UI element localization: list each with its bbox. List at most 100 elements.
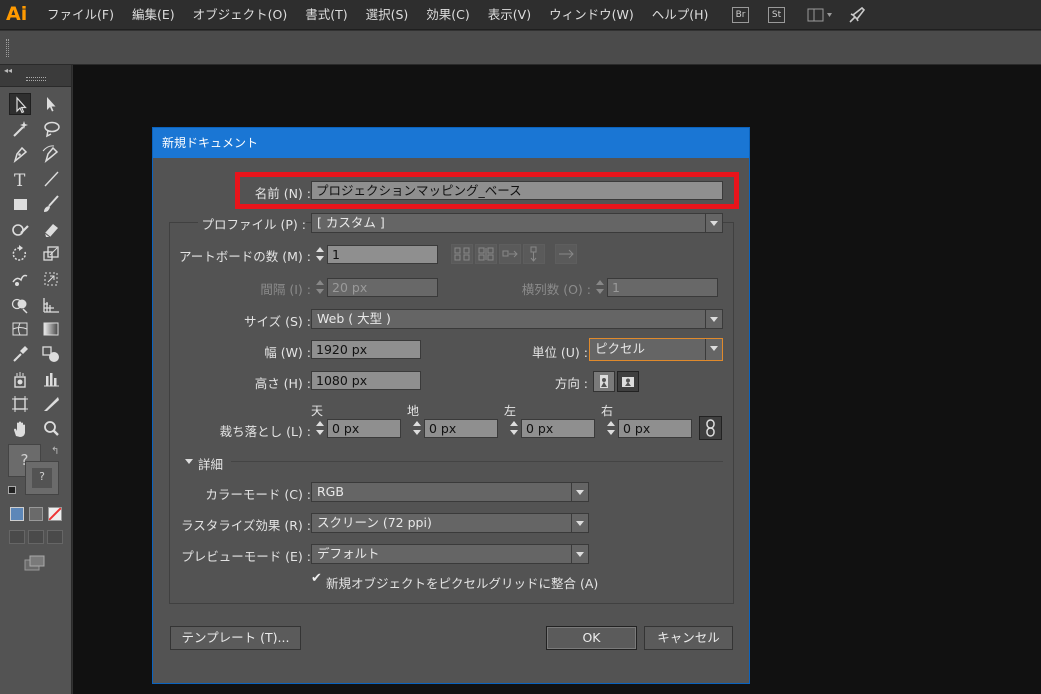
screen-mode-icon[interactable] xyxy=(24,555,46,571)
chevron-down-icon xyxy=(571,545,588,563)
color-mode-icon[interactable] xyxy=(10,507,24,521)
blend-tool-icon[interactable] xyxy=(40,343,62,365)
layout-direction-icon[interactable] xyxy=(555,244,577,264)
stock-icon[interactable]: St xyxy=(768,7,785,23)
perspective-grid-tool-icon[interactable] xyxy=(40,293,62,315)
none-mode-icon[interactable] xyxy=(48,507,62,521)
bleed-right-stepper[interactable] xyxy=(604,419,618,438)
landscape-button[interactable] xyxy=(617,371,639,392)
scale-tool-icon[interactable] xyxy=(40,243,62,265)
menu-edit[interactable]: 編集(E) xyxy=(123,0,184,30)
lasso-tool-icon[interactable] xyxy=(40,118,62,140)
rotate-tool-icon[interactable] xyxy=(9,243,31,265)
rectangle-tool-icon[interactable] xyxy=(9,193,31,215)
columns-input[interactable]: 1 xyxy=(607,278,718,297)
control-bar-grip[interactable] xyxy=(6,39,9,57)
arrange-by-row-icon[interactable] xyxy=(499,244,521,264)
bleed-right-input[interactable]: 0 px xyxy=(618,419,692,438)
artboard-tool-icon[interactable] xyxy=(9,393,31,415)
draw-inside-icon[interactable] xyxy=(47,530,63,544)
portrait-button[interactable] xyxy=(593,371,615,392)
size-select[interactable]: Web ( 大型 ) xyxy=(311,309,723,329)
bleed-left-stepper[interactable] xyxy=(507,419,521,438)
arrange-by-column-icon[interactable] xyxy=(523,244,545,264)
raster-effects-select[interactable]: スクリーン (72 ppi) xyxy=(311,513,589,533)
rocket-icon[interactable] xyxy=(848,6,866,24)
collapse-panel-icon[interactable]: ◂◂ xyxy=(4,66,12,75)
dialog-title: 新規ドキュメント xyxy=(153,128,749,158)
templates-button[interactable]: テンプレート (T)... xyxy=(170,626,301,650)
columns-stepper[interactable] xyxy=(593,278,607,297)
shaper-tool-icon[interactable] xyxy=(9,218,31,240)
gradient-tool-icon[interactable] xyxy=(40,318,62,340)
units-select[interactable]: ピクセル xyxy=(589,338,723,361)
bleed-top-input[interactable]: 0 px xyxy=(327,419,401,438)
free-transform-tool-icon[interactable] xyxy=(40,268,62,290)
artboards-stepper[interactable] xyxy=(313,245,327,264)
preview-mode-select[interactable]: デフォルト xyxy=(311,544,589,564)
eyedropper-tool-icon[interactable] xyxy=(9,343,31,365)
spacing-input[interactable]: 20 px xyxy=(327,278,438,297)
mesh-tool-icon[interactable] xyxy=(9,318,31,340)
height-input[interactable]: 1080 px xyxy=(311,371,421,390)
bleed-bottom-input[interactable]: 0 px xyxy=(424,419,498,438)
advanced-toggle[interactable]: 詳細 xyxy=(183,454,263,472)
chevron-down-icon xyxy=(705,214,722,232)
zoom-tool-icon[interactable] xyxy=(40,418,62,440)
type-tool-icon[interactable]: T xyxy=(9,168,31,191)
paintbrush-tool-icon[interactable] xyxy=(40,193,62,215)
menu-type[interactable]: 書式(T) xyxy=(296,0,356,30)
menu-file[interactable]: ファイル(F) xyxy=(38,0,123,30)
width-input[interactable]: 1920 px xyxy=(311,340,421,359)
align-pixel-grid-checkbox[interactable]: ✔ xyxy=(311,572,324,586)
menu-help[interactable]: ヘルプ(H) xyxy=(643,0,718,30)
bleed-top-stepper[interactable] xyxy=(313,419,327,438)
artboards-input[interactable]: 1 xyxy=(327,245,438,264)
eraser-tool-icon[interactable] xyxy=(40,218,62,240)
bleed-bottom-stepper[interactable] xyxy=(410,419,424,438)
gradient-mode-icon[interactable] xyxy=(29,507,43,521)
bleed-left-input[interactable]: 0 px xyxy=(521,419,595,438)
swap-fill-stroke-icon[interactable]: ↰ xyxy=(51,446,59,457)
menu-select[interactable]: 選択(S) xyxy=(357,0,418,30)
workspace-layout-icon[interactable] xyxy=(807,8,833,22)
shape-builder-tool-icon[interactable] xyxy=(9,293,31,315)
height-label: 高さ (H) : xyxy=(254,376,311,391)
menu-window[interactable]: ウィンドウ(W) xyxy=(540,0,643,30)
magic-wand-tool-icon[interactable] xyxy=(9,118,31,140)
direct-selection-tool-icon[interactable] xyxy=(40,93,62,115)
default-fill-stroke-icon[interactable] xyxy=(8,486,16,494)
slice-tool-icon[interactable] xyxy=(40,393,62,415)
width-label: 幅 (W) : xyxy=(264,345,311,360)
advanced-divider xyxy=(231,461,723,462)
name-input[interactable]: プロジェクションマッピング_ベース xyxy=(311,181,723,200)
stroke-swatch[interactable]: ? xyxy=(25,461,59,495)
bridge-icon[interactable]: Br xyxy=(732,7,749,23)
hand-tool-icon[interactable] xyxy=(9,418,31,440)
grid-by-column-icon[interactable] xyxy=(475,244,497,264)
preview-mode-value: デフォルト xyxy=(317,546,380,561)
panel-grip[interactable] xyxy=(26,77,46,81)
draw-normal-icon[interactable] xyxy=(9,530,25,544)
curvature-tool-icon[interactable] xyxy=(40,143,62,165)
grid-by-row-icon[interactable] xyxy=(451,244,473,264)
menu-object[interactable]: オブジェクト(O) xyxy=(184,0,297,30)
menu-view[interactable]: 表示(V) xyxy=(479,0,540,30)
symbol-sprayer-tool-icon[interactable] xyxy=(9,368,31,390)
pen-tool-icon[interactable] xyxy=(9,143,31,165)
size-label: サイズ (S) : xyxy=(244,314,311,329)
ok-button[interactable]: OK xyxy=(546,626,637,650)
link-bleed-icon[interactable] xyxy=(699,416,722,440)
draw-behind-icon[interactable] xyxy=(28,530,44,544)
spacing-stepper[interactable] xyxy=(313,278,327,297)
column-graph-tool-icon[interactable] xyxy=(40,368,62,390)
profile-select[interactable]: [ カスタム ] xyxy=(311,213,723,233)
bleed-left-header: 左 xyxy=(504,404,517,418)
profile-label: プロファイル (P) : xyxy=(197,214,306,233)
selection-tool-icon[interactable] xyxy=(9,93,31,115)
warp-tool-icon[interactable] xyxy=(9,268,31,290)
line-tool-icon[interactable] xyxy=(40,168,62,190)
menu-effect[interactable]: 効果(C) xyxy=(417,0,478,30)
cancel-button[interactable]: キャンセル xyxy=(644,626,733,650)
color-mode-select[interactable]: RGB xyxy=(311,482,589,502)
